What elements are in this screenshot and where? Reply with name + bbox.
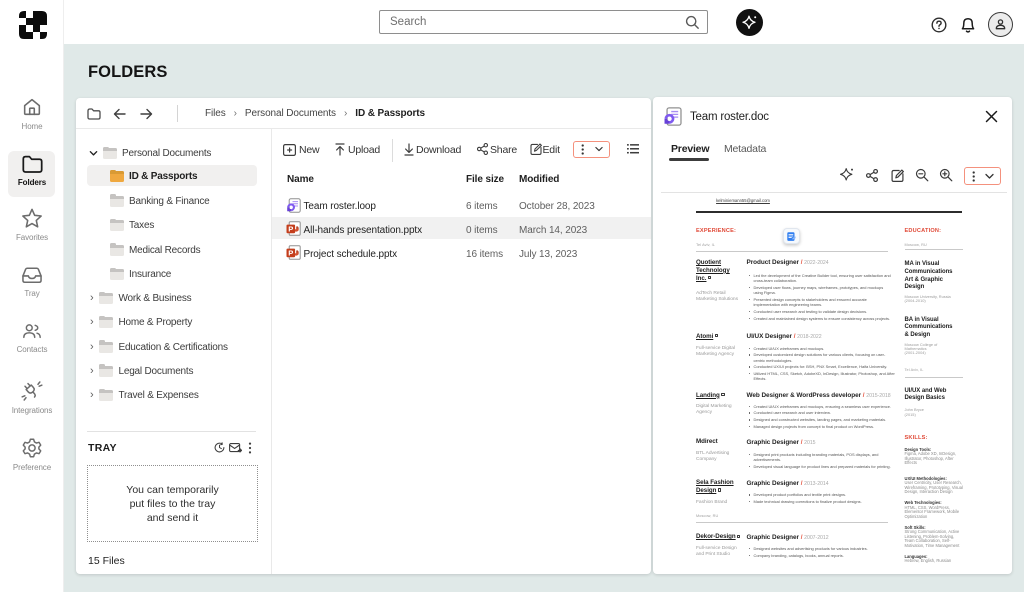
svg-text:P: P	[288, 224, 293, 233]
svg-text:P: P	[288, 248, 293, 257]
